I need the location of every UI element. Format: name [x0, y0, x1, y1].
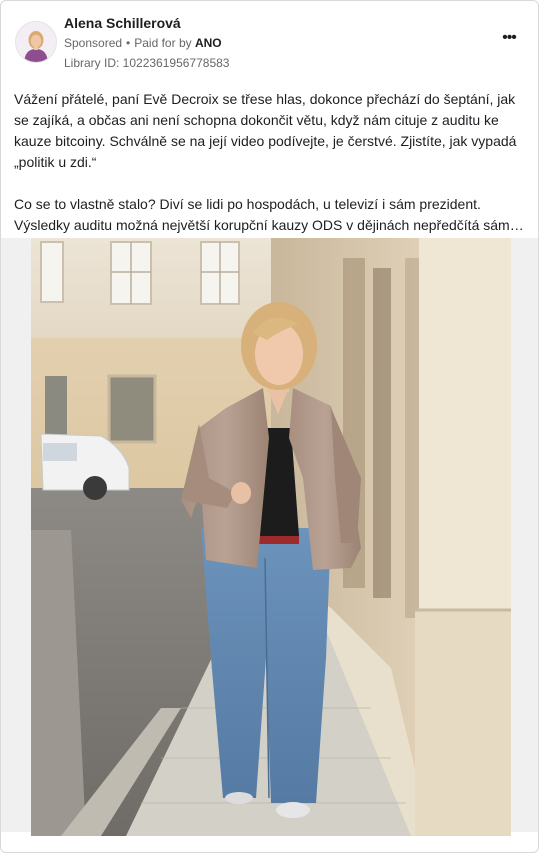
author-avatar[interactable]	[15, 21, 57, 63]
paid-for-by-label: Paid for by	[134, 36, 192, 50]
post-paragraph: Vážení přátelé, paní Evě Decroix se třes…	[14, 91, 517, 170]
library-id: Library ID: 1022361956778583	[64, 56, 230, 70]
post-photo[interactable]	[31, 238, 511, 836]
payer-name: ANO	[194, 36, 222, 50]
post-paragraph: Co se to vlastně stalo? Diví se lidi po …	[14, 196, 524, 233]
post-header: Alena Schillerová Sponsored • Paid for by …	[1, 1, 538, 81]
sponsored-label: Sponsored	[64, 36, 123, 50]
more-options-icon[interactable]: •••	[498, 30, 520, 51]
author-name[interactable]: Alena Schillerová	[64, 15, 181, 31]
sponsored-line: Sponsored • Paid for by ANO	[64, 36, 222, 50]
post-body: Vážení přátelé, paní Evě Decroix se třes…	[14, 89, 527, 236]
avatar-image	[16, 22, 56, 62]
meta-separator: •	[126, 36, 131, 50]
ad-post-card: Alena Schillerová Sponsored • Paid for by …	[0, 0, 539, 853]
